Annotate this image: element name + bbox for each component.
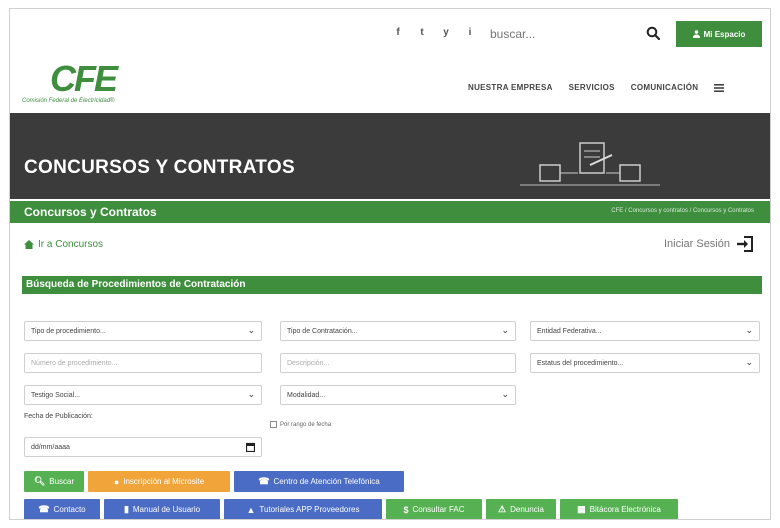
consultar-label: Consultar FAC: [412, 505, 465, 514]
numero-procedimiento-input[interactable]: Número de procedimiento...: [24, 353, 262, 373]
checkbox-box[interactable]: [270, 421, 277, 428]
hero-title: CONCURSOS Y CONTRATOS: [24, 157, 295, 178]
consultar-fac-button[interactable]: $ Consultar FAC: [386, 499, 482, 519]
manual-usuario-button[interactable]: ▮ Manual de Usuario: [104, 499, 220, 519]
phone-icon: ☎: [258, 476, 270, 486]
search-form-title: Búsqueda de Procedimientos de Contrataci…: [26, 279, 246, 290]
nav-item-empresa[interactable]: NUESTRA EMPRESA: [468, 83, 553, 92]
tipo-procedimiento-select[interactable]: Tipo de procedimiento... ⌄: [24, 321, 262, 341]
tipo-procedimiento-value: Tipo de procedimiento...: [31, 327, 106, 335]
youtube-icon[interactable]: y: [440, 27, 452, 38]
bitacora-button[interactable]: ▦ Bitácora Electrónica: [560, 499, 678, 519]
tutoriales-button[interactable]: ▲ Tutoriales APP Proveedores: [224, 499, 382, 519]
fecha-value: dd/mm/aaaa: [31, 443, 70, 451]
search-icon: 🔍︎: [33, 476, 46, 486]
dollar-icon: $: [403, 504, 409, 515]
rango-fecha-checkbox[interactable]: Por rango de fecha: [270, 421, 331, 428]
logo-subtitle: Comisión Federal de Electricidad®: [22, 98, 115, 104]
book-icon: ▮: [123, 504, 129, 514]
hamburger-menu-icon[interactable]: [714, 83, 725, 92]
login-label: Iniciar Sesión: [663, 238, 730, 250]
chevron-down-icon: ⌄: [247, 389, 255, 399]
chevron-down-icon: ⌄: [501, 325, 509, 335]
inscripcion-label: Inscripción al Microsite: [123, 477, 205, 486]
chevron-down-icon: ⌄: [745, 357, 753, 367]
modalidad-value: Modalidad...: [287, 391, 326, 399]
contacto-button[interactable]: ☎ Contacto: [24, 499, 100, 519]
page-frame: f t y i Mi Espacio CFE Comisión Federal …: [9, 8, 771, 520]
phone-icon: ☎: [38, 504, 50, 514]
tipo-contratacion-value: Tipo de Contratación...: [287, 327, 358, 335]
my-space-button[interactable]: Mi Espacio: [676, 21, 762, 47]
contracts-illustration-icon: [520, 142, 660, 186]
search-form-header: Búsqueda de Procedimientos de Contrataci…: [22, 276, 762, 294]
section-header: Concursos y Contratos CFE / Concursos y …: [10, 201, 770, 223]
denuncia-label: Denuncia: [510, 505, 544, 514]
cfe-logo[interactable]: CFE Comisión Federal de Electricidad®: [22, 58, 118, 105]
chevron-down-icon: ⌄: [745, 325, 753, 335]
sign-in-icon: [737, 236, 753, 252]
twitter-icon[interactable]: t: [416, 27, 428, 38]
nav-item-comunicacion[interactable]: COMUNICACIÓN: [631, 83, 699, 92]
descripcion-placeholder: Descripción...: [287, 359, 330, 367]
warning-icon: ⚠: [498, 504, 507, 514]
testigo-social-select[interactable]: Testigo Social... ⌄: [24, 385, 262, 405]
entidad-federativa-select[interactable]: Entidad Federativa... ⌄: [530, 321, 760, 341]
centro-label: Centro de Atención Telefónica: [273, 477, 380, 486]
manual-label: Manual de Usuario: [132, 505, 201, 514]
facebook-icon[interactable]: f: [392, 27, 404, 38]
buscar-label: Buscar: [49, 477, 75, 486]
my-space-label: Mi Espacio: [703, 29, 746, 39]
home-icon: [24, 240, 34, 249]
chevron-down-icon: ⌄: [501, 389, 509, 399]
info-icon: ●: [113, 476, 120, 487]
main-nav: NUESTRA EMPRESA SERVICIOS COMUNICACIÓN: [468, 83, 725, 92]
estatus-select[interactable]: Estatus del procedimiento... ⌄: [530, 353, 760, 373]
entidad-value: Entidad Federativa...: [537, 327, 602, 335]
fecha-publicacion-input[interactable]: dd/mm/aaaa: [24, 437, 262, 457]
hero-banner: CONCURSOS Y CONTRATOS: [10, 113, 770, 199]
back-to-concursos-link[interactable]: Ir a Concursos: [24, 239, 103, 250]
tutoriales-label: Tutoriales APP Proveedores: [259, 505, 360, 514]
denuncia-button[interactable]: ⚠ Denuncia: [486, 499, 556, 519]
numero-placeholder: Número de procedimiento...: [31, 359, 118, 367]
modalidad-select[interactable]: Modalidad... ⌄: [280, 385, 516, 405]
login-link[interactable]: Iniciar Sesión: [664, 235, 754, 253]
inscripcion-microsite-button[interactable]: ● Inscripción al Microsite: [88, 471, 230, 492]
contacto-label: Contacto: [53, 505, 86, 514]
breadcrumb[interactable]: CFE / Concursos y contratos / Concursos …: [611, 208, 754, 214]
testigo-value: Testigo Social...: [31, 391, 81, 399]
social-links: f t y i: [392, 27, 476, 38]
top-bar: f t y i Mi Espacio: [10, 21, 770, 51]
log-icon: ▦: [577, 504, 586, 514]
chevron-down-icon: ⌄: [247, 325, 255, 335]
descripcion-input[interactable]: Descripción...: [280, 353, 516, 373]
buscar-button[interactable]: 🔍︎ Buscar: [24, 471, 84, 492]
rango-fecha-label: Por rango de fecha: [280, 421, 332, 428]
user-icon: [692, 30, 700, 38]
section-title: Concursos y Contratos: [24, 205, 157, 219]
calendar-icon[interactable]: [246, 442, 255, 452]
tutorial-icon: ▲: [246, 504, 256, 515]
estatus-value: Estatus del procedimiento...: [537, 359, 624, 367]
search-icon[interactable]: [646, 26, 660, 40]
logo-mark: CFE: [50, 58, 118, 99]
centro-atencion-button[interactable]: ☎ Centro de Atención Telefónica: [234, 471, 404, 492]
tipo-contratacion-select[interactable]: Tipo de Contratación... ⌄: [280, 321, 516, 341]
back-link-label: Ir a Concursos: [38, 239, 104, 250]
bitacora-label: Bitácora Electrónica: [589, 505, 661, 514]
search-input[interactable]: [490, 23, 630, 45]
instagram-icon[interactable]: i: [464, 27, 476, 38]
fecha-publicacion-label: Fecha de Publicación:: [24, 413, 93, 420]
nav-item-servicios[interactable]: SERVICIOS: [569, 83, 615, 92]
